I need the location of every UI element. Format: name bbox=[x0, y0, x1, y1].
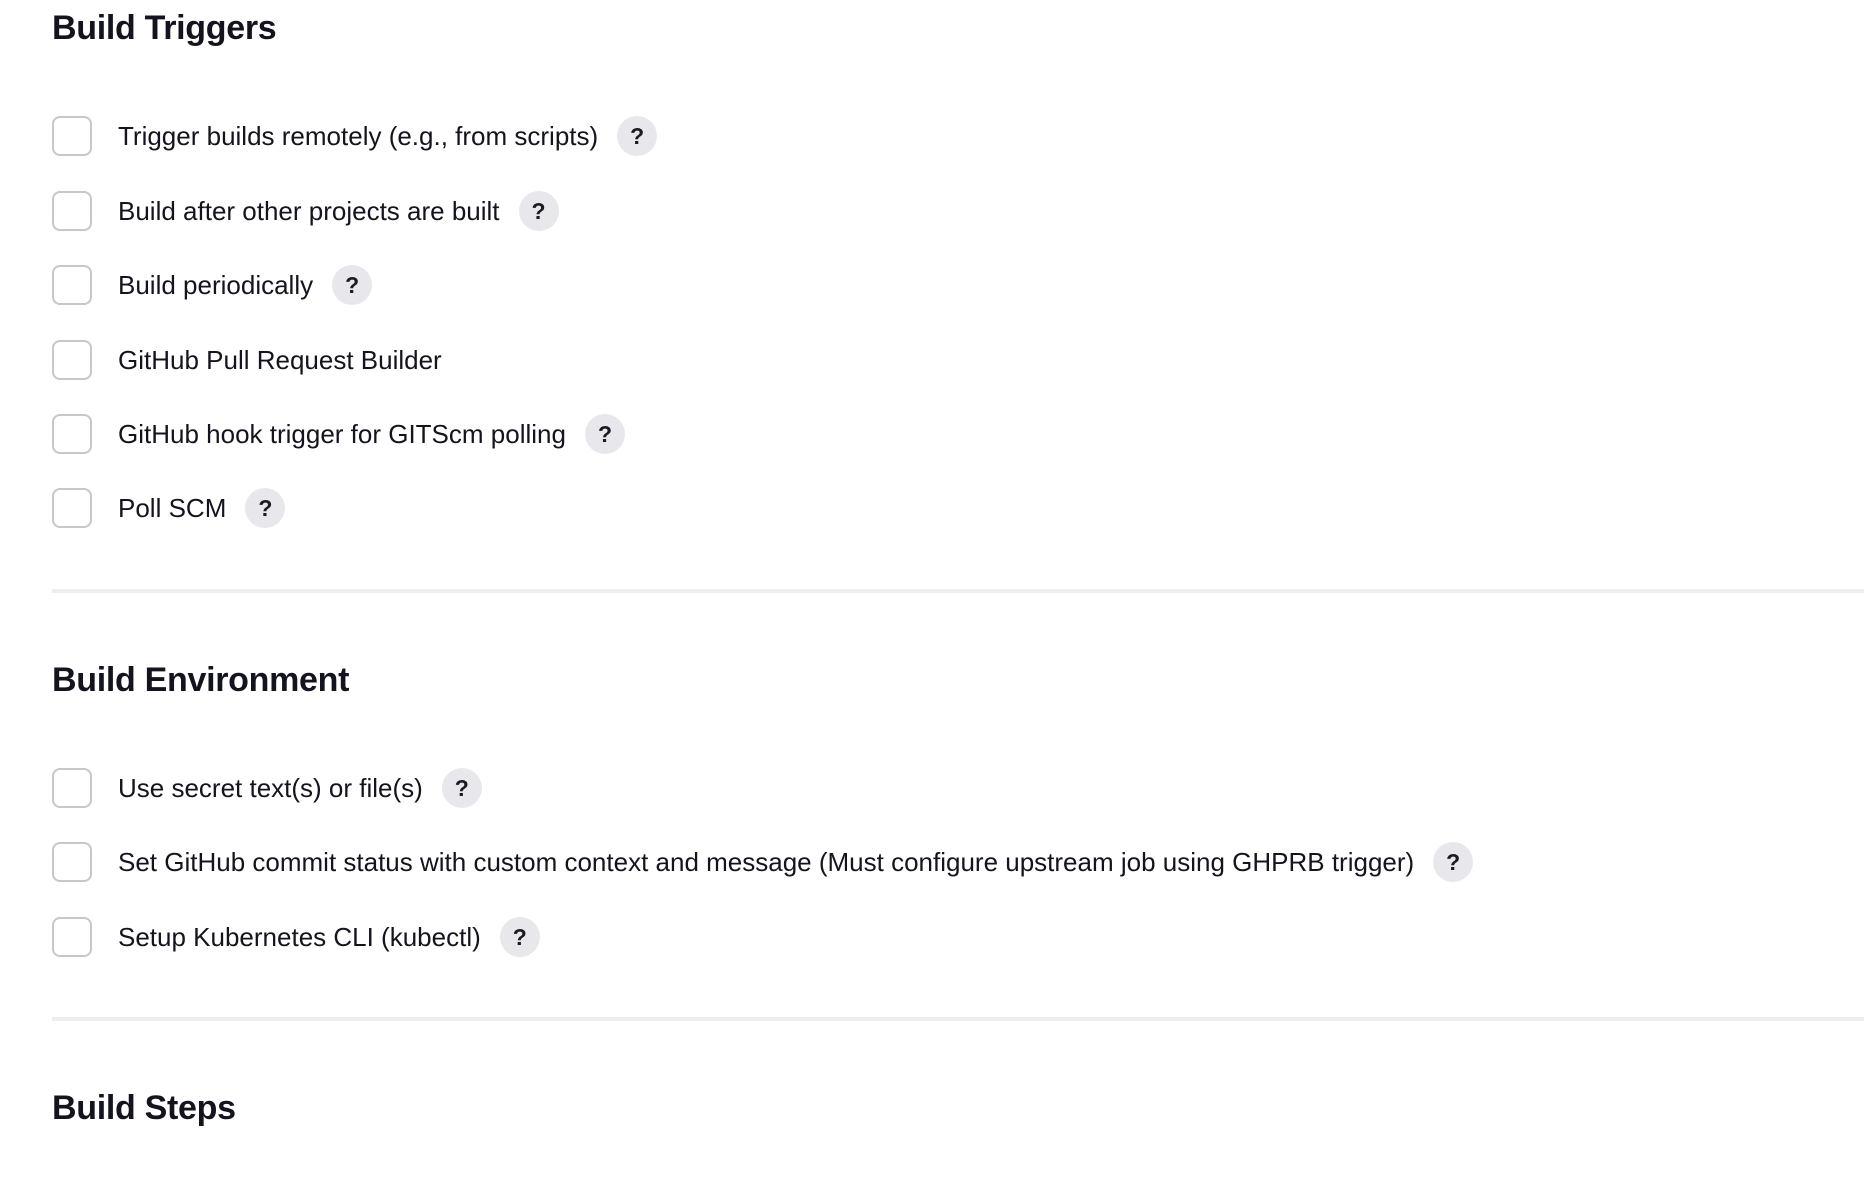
secret-text-checkbox[interactable] bbox=[52, 768, 92, 808]
github-hook-trigger-checkbox[interactable] bbox=[52, 414, 92, 454]
kubectl-setup-row[interactable]: Setup Kubernetes CLI (kubectl) ? bbox=[52, 915, 540, 959]
build-after-other-projects-label[interactable]: Build after other projects are built bbox=[118, 196, 500, 226]
github-pr-builder-checkbox[interactable] bbox=[52, 340, 92, 380]
trigger-remote-label[interactable]: Trigger builds remotely (e.g., from scri… bbox=[118, 121, 598, 151]
secret-text-row[interactable]: Use secret text(s) or file(s) ? bbox=[52, 766, 482, 810]
poll-scm-label[interactable]: Poll SCM bbox=[118, 493, 226, 523]
help-icon[interactable]: ? bbox=[584, 414, 625, 454]
github-hook-trigger-label[interactable]: GitHub hook trigger for GITScm polling bbox=[118, 419, 566, 449]
build-periodically-checkbox[interactable] bbox=[52, 265, 92, 305]
help-icon[interactable]: ? bbox=[1433, 842, 1474, 882]
github-commit-status-checkbox[interactable] bbox=[52, 842, 92, 882]
github-pr-builder-label[interactable]: GitHub Pull Request Builder bbox=[118, 345, 442, 375]
help-icon[interactable]: ? bbox=[499, 917, 540, 957]
build-after-other-projects-row[interactable]: Build after other projects are built ? bbox=[52, 189, 559, 233]
poll-scm-row[interactable]: Poll SCM ? bbox=[52, 486, 286, 530]
github-pr-builder-row[interactable]: GitHub Pull Request Builder bbox=[52, 338, 442, 382]
job-config-page: Build Triggers Trigger builds remotely (… bbox=[0, 0, 1864, 1190]
trigger-remote-row[interactable]: Trigger builds remotely (e.g., from scri… bbox=[52, 114, 658, 158]
trigger-remote-checkbox[interactable] bbox=[52, 116, 92, 156]
section-divider bbox=[52, 1017, 1864, 1021]
help-icon[interactable]: ? bbox=[332, 265, 373, 305]
build-after-other-projects-checkbox[interactable] bbox=[52, 191, 92, 231]
help-icon[interactable]: ? bbox=[245, 488, 286, 528]
github-hook-trigger-row[interactable]: GitHub hook trigger for GITScm polling ? bbox=[52, 412, 625, 456]
github-commit-status-label[interactable]: Set GitHub commit status with custom con… bbox=[118, 847, 1414, 877]
github-commit-status-row[interactable]: Set GitHub commit status with custom con… bbox=[52, 840, 1474, 884]
build-steps-heading: Build Steps bbox=[52, 1089, 236, 1127]
help-icon[interactable]: ? bbox=[518, 191, 559, 231]
build-periodically-row[interactable]: Build periodically ? bbox=[52, 263, 373, 307]
section-divider bbox=[52, 589, 1864, 593]
kubectl-setup-label[interactable]: Setup Kubernetes CLI (kubectl) bbox=[118, 922, 481, 952]
help-icon[interactable]: ? bbox=[441, 768, 482, 808]
help-icon[interactable]: ? bbox=[617, 116, 658, 156]
build-triggers-heading: Build Triggers bbox=[52, 9, 277, 47]
build-environment-heading: Build Environment bbox=[52, 661, 350, 699]
kubectl-setup-checkbox[interactable] bbox=[52, 917, 92, 957]
secret-text-label[interactable]: Use secret text(s) or file(s) bbox=[118, 773, 423, 803]
build-periodically-label[interactable]: Build periodically bbox=[118, 270, 313, 300]
poll-scm-checkbox[interactable] bbox=[52, 488, 92, 528]
